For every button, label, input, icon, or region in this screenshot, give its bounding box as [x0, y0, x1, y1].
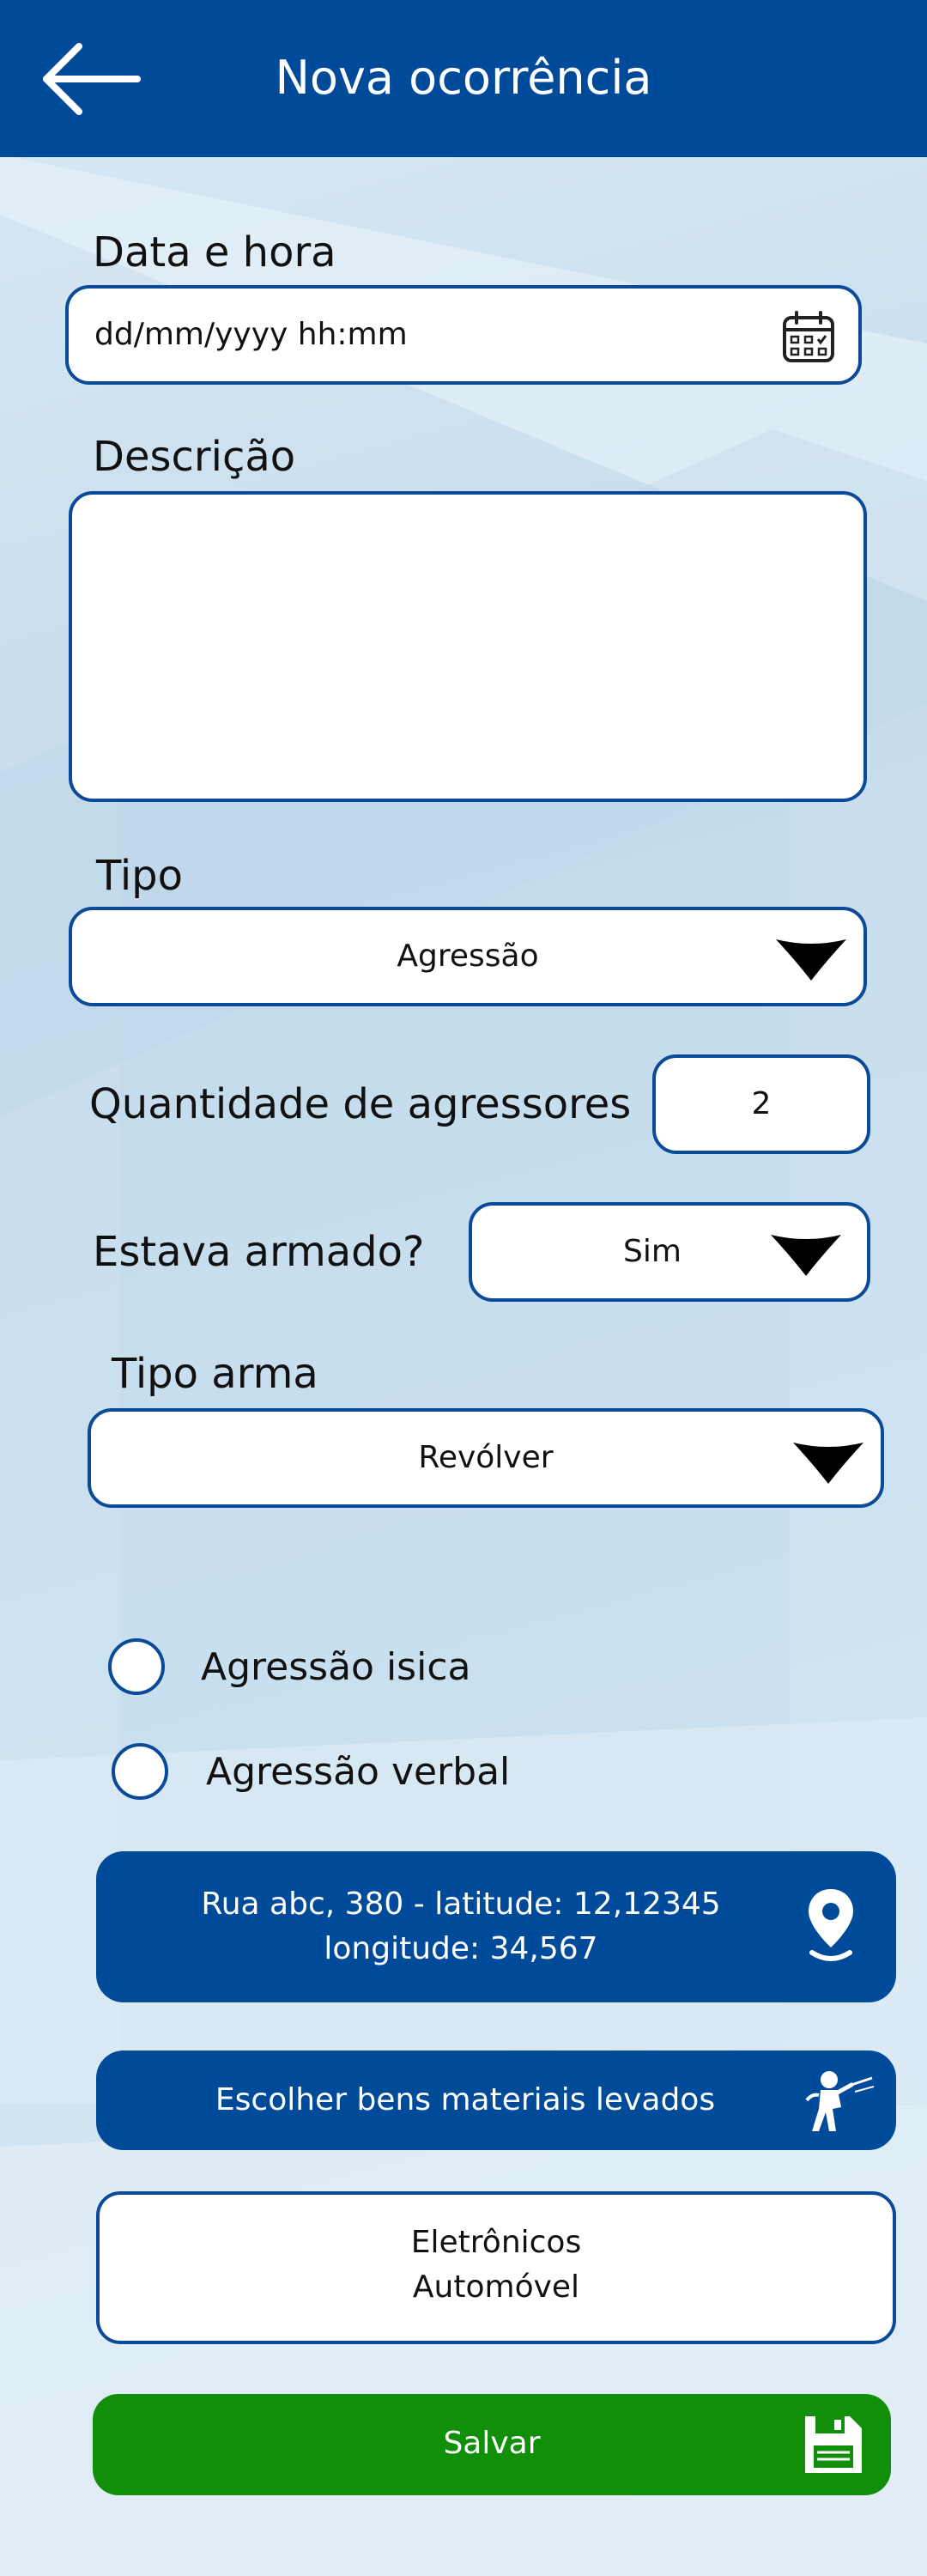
agressores-value: 2 — [751, 1086, 772, 1121]
chevron-down-icon — [776, 939, 846, 981]
radio-agressao-fisica[interactable] — [108, 1638, 165, 1695]
description-textarea[interactable] — [69, 491, 867, 802]
bens-materiais-label: Escolher bens materiais levados — [215, 2082, 716, 2117]
description-label: Descrição — [93, 433, 296, 481]
location-button[interactable]: Rua abc, 380 - latitude: 12,12345 longit… — [96, 1851, 896, 2002]
datetime-label: Data e hora — [93, 228, 336, 276]
save-label: Salvar — [443, 2426, 541, 2461]
bens-materiais-button[interactable]: Escolher bens materiais levados — [96, 2050, 896, 2150]
save-button[interactable]: Salvar — [93, 2394, 891, 2495]
armado-select[interactable]: Sim — [469, 1202, 870, 1302]
radio-agressao-verbal[interactable] — [112, 1743, 168, 1800]
radio-label-agressao-verbal: Agressão verbal — [206, 1750, 511, 1794]
tipo-label: Tipo — [96, 852, 184, 900]
tipo-arma-selected: Revólver — [418, 1440, 554, 1475]
bens-item-2: Automóvel — [412, 2269, 580, 2305]
calendar-icon[interactable] — [781, 309, 836, 364]
agressores-label: Quantidade de agressores — [89, 1080, 632, 1128]
bens-materiais-list: Eletrônicos Automóvel — [96, 2191, 896, 2344]
chevron-down-icon — [793, 1443, 863, 1484]
tipo-arma-select[interactable]: Revólver — [88, 1408, 884, 1508]
location-line1: Rua abc, 380 - latitude: 12,12345 — [201, 1886, 721, 1922]
agressores-input[interactable]: 2 — [652, 1054, 870, 1154]
armado-label: Estava armado? — [93, 1228, 425, 1276]
floppy-disk-icon — [805, 2416, 862, 2473]
location-pin-icon — [809, 1889, 853, 1961]
bens-item-1: Eletrônicos — [410, 2225, 582, 2260]
datetime-field[interactable]: dd/mm/yyyy hh:mm — [65, 285, 862, 385]
location-line2: longitude: 34,567 — [324, 1931, 598, 1966]
tipo-selected: Agressão — [397, 939, 539, 974]
app-header: Nova ocorrência — [0, 0, 927, 157]
radio-label-agressao-fisica: Agressão isica — [201, 1645, 471, 1689]
tipo-select[interactable]: Agressão — [69, 907, 867, 1006]
tipo-arma-label: Tipo arma — [112, 1350, 318, 1398]
thief-icon — [805, 2071, 875, 2131]
datetime-placeholder: dd/mm/yyyy hh:mm — [94, 317, 408, 352]
page-title: Nova ocorrência — [275, 51, 652, 105]
chevron-down-icon — [771, 1235, 841, 1276]
